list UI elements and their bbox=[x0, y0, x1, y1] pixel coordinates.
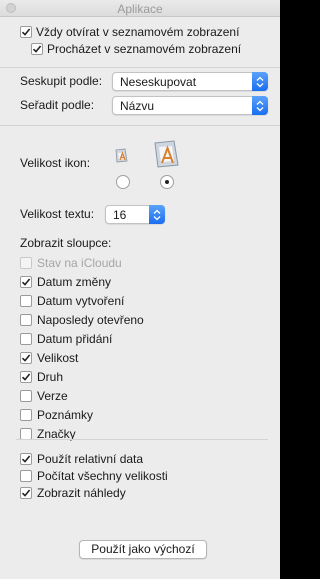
sort-by-value: Názvu bbox=[120, 99, 155, 113]
show-previews-label: Zobrazit náhledy bbox=[37, 486, 126, 500]
column-label: Datum vytvoření bbox=[37, 294, 125, 308]
column-checkbox[interactable] bbox=[20, 333, 32, 345]
small-icon-radio[interactable] bbox=[116, 175, 130, 189]
icon-size-label: Velikost ikon: bbox=[20, 156, 91, 170]
show-previews-checkbox[interactable] bbox=[20, 487, 32, 499]
browse-list-checkbox[interactable] bbox=[31, 43, 43, 55]
group-by-value: Neseskupovat bbox=[120, 75, 197, 89]
divider bbox=[0, 67, 280, 68]
use-as-default-button[interactable]: Použít jako výchozí bbox=[79, 540, 207, 559]
column-label: Verze bbox=[37, 389, 68, 403]
window-title: Aplikace bbox=[117, 2, 163, 16]
always-list-label: Vždy otvírat v seznamovém zobrazení bbox=[36, 25, 240, 39]
column-label: Datum změny bbox=[37, 275, 112, 289]
checkmark-icon bbox=[21, 278, 31, 286]
calc-sizes-label: Počítat všechny velikosti bbox=[37, 469, 168, 483]
checkmark-icon bbox=[32, 45, 42, 53]
column-checkbox[interactable] bbox=[20, 295, 32, 307]
checkmark-icon bbox=[21, 354, 31, 362]
column-checkbox[interactable] bbox=[20, 409, 32, 421]
column-checkbox[interactable] bbox=[20, 276, 32, 288]
column-checkbox[interactable] bbox=[20, 390, 32, 402]
column-label: Velikost bbox=[37, 351, 79, 365]
divider bbox=[0, 125, 280, 126]
updown-arrows-icon bbox=[149, 205, 165, 224]
calc-sizes-checkbox[interactable] bbox=[20, 470, 32, 482]
column-checkbox bbox=[20, 257, 32, 269]
sort-by-label: Seřadit podle: bbox=[20, 98, 95, 112]
sort-by-select[interactable]: Názvu bbox=[112, 96, 268, 115]
column-label: Naposledy otevřeno bbox=[37, 313, 144, 327]
large-icon-radio[interactable] bbox=[160, 175, 174, 189]
text-size-value: 16 bbox=[113, 208, 127, 222]
column-checkbox[interactable] bbox=[20, 371, 32, 383]
columns-heading: Zobrazit sloupce: bbox=[20, 236, 112, 250]
view-options-window: Aplikace Vždy otvírat v seznamovém zobra… bbox=[0, 0, 280, 579]
checkmark-icon bbox=[21, 455, 31, 463]
column-label: Datum přidání bbox=[37, 332, 113, 346]
checkmark-icon bbox=[21, 28, 31, 36]
text-size-label: Velikost textu: bbox=[20, 207, 95, 221]
text-size-select[interactable]: 16 bbox=[105, 205, 165, 224]
group-by-label: Seskupit podle: bbox=[20, 74, 103, 88]
always-list-checkbox[interactable] bbox=[20, 26, 32, 38]
checkmark-icon bbox=[21, 489, 31, 497]
radio-dot bbox=[165, 180, 169, 184]
relative-dates-label: Použít relativní data bbox=[37, 452, 144, 466]
column-label: Poznámky bbox=[37, 408, 94, 422]
column-checkbox[interactable] bbox=[20, 352, 32, 364]
browse-list-label: Procházet v seznamovém zobrazení bbox=[47, 42, 242, 56]
column-label: Druh bbox=[37, 370, 64, 384]
divider bbox=[16, 439, 268, 440]
updown-arrows-icon bbox=[252, 96, 268, 115]
updown-arrows-icon bbox=[252, 72, 268, 91]
title-bar: Aplikace bbox=[0, 0, 280, 17]
relative-dates-checkbox[interactable] bbox=[20, 453, 32, 465]
small-app-icon bbox=[115, 148, 128, 163]
large-app-icon bbox=[154, 140, 179, 168]
checkmark-icon bbox=[21, 373, 31, 381]
column-label: Stav na iCloudu bbox=[37, 256, 122, 270]
group-by-select[interactable]: Neseskupovat bbox=[112, 72, 268, 91]
column-checkbox[interactable] bbox=[20, 314, 32, 326]
